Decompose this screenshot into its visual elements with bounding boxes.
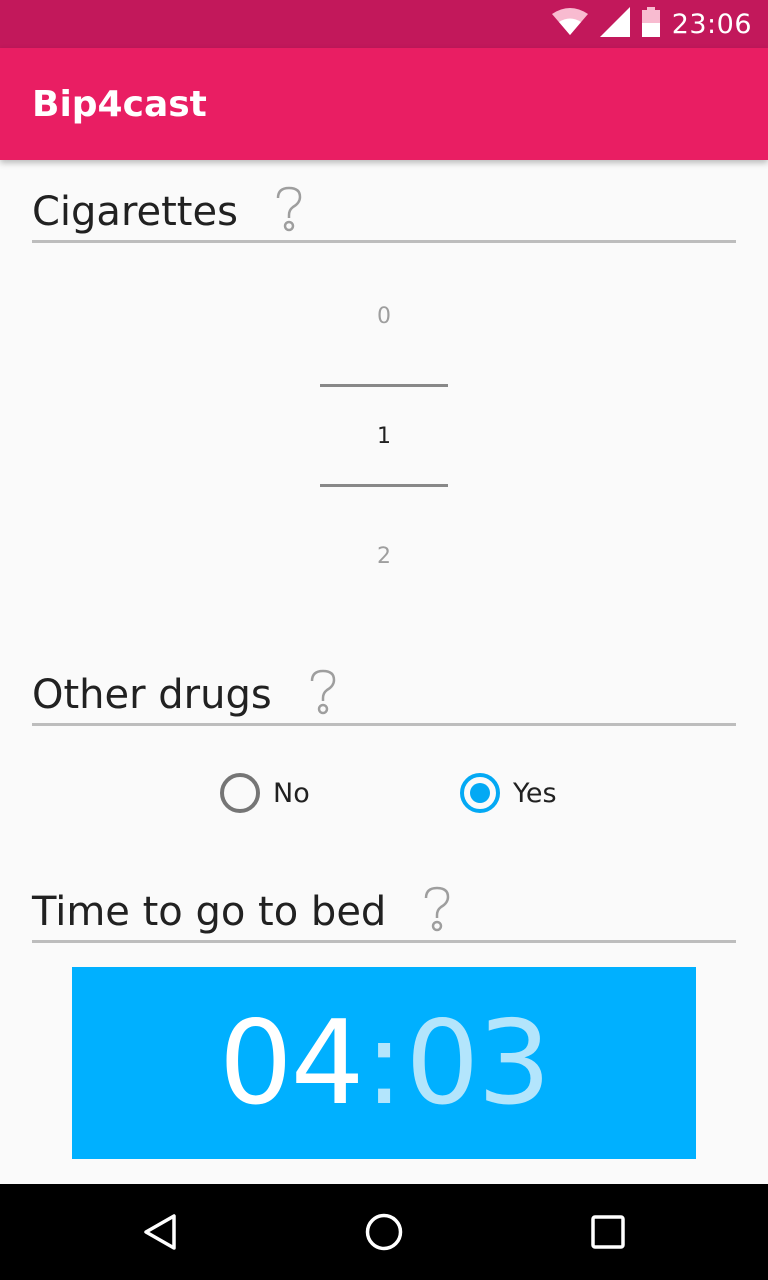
cigarettes-header: Cigarettes (32, 186, 736, 243)
radio-yes-label[interactable]: Yes (513, 778, 557, 809)
picker-selected-value[interactable]: 1 (320, 424, 448, 449)
status-time: 23:06 (671, 8, 752, 40)
time-separator: : (364, 995, 404, 1131)
picker-prev-value[interactable]: 0 (320, 304, 448, 329)
cell-signal-icon (599, 7, 630, 41)
cigarettes-number-picker[interactable]: 0 1 2 (320, 260, 448, 620)
picker-divider-top (320, 384, 448, 387)
other-drugs-header: Other drugs (32, 669, 736, 726)
picker-next-value[interactable]: 2 (320, 544, 448, 569)
radio-checked-dot (470, 783, 490, 803)
radio-no-circle[interactable] (220, 773, 260, 813)
time-hours[interactable]: 04 (219, 996, 365, 1131)
other-drugs-title: Other drugs (32, 672, 272, 718)
radio-yes[interactable]: Yes (460, 773, 557, 813)
home-icon[interactable] (364, 1212, 404, 1252)
app-title: Bip4cast (32, 83, 207, 125)
battery-icon (641, 7, 660, 41)
back-icon[interactable] (140, 1212, 180, 1252)
app-bar: Bip4cast (0, 48, 768, 160)
picker-divider-bottom (320, 484, 448, 487)
time-minutes[interactable]: 03 (406, 996, 552, 1131)
cigarettes-title: Cigarettes (32, 189, 238, 235)
radio-no-label[interactable]: No (273, 778, 310, 809)
bedtime-time-picker[interactable]: 04 : 03 (72, 967, 696, 1159)
radio-no[interactable]: No (220, 773, 310, 813)
recents-icon[interactable] (588, 1212, 628, 1252)
navigation-bar (0, 1184, 768, 1280)
bedtime-title: Time to go to bed (32, 889, 387, 935)
wifi-icon (551, 8, 588, 40)
radio-yes-circle[interactable] (460, 773, 500, 813)
status-bar: 23:06 (0, 0, 768, 48)
question-mark-icon[interactable] (422, 886, 452, 936)
question-mark-icon[interactable] (274, 186, 304, 236)
question-mark-icon[interactable] (308, 669, 338, 719)
bedtime-header: Time to go to bed (32, 886, 736, 943)
